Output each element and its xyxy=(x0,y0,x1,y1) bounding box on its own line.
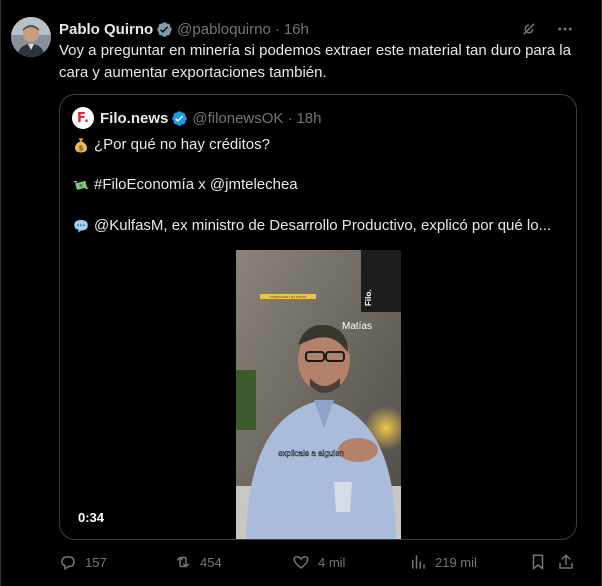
video-watermark: Filo. xyxy=(364,290,373,306)
money-bag-icon: $ xyxy=(74,138,88,153)
share-icon xyxy=(559,554,573,569)
repost-button[interactable]: 454 xyxy=(174,553,222,571)
quoted-tweet[interactable]: F. Filo.news @filonewsOK · 18h $ ¿Por qu… xyxy=(59,94,577,540)
video-subtitle: explicale a alguien xyxy=(278,449,344,458)
repost-icon xyxy=(177,556,189,568)
verified-badge-icon xyxy=(172,110,188,126)
quote-line-1-text: ¿Por qué no hay créditos? xyxy=(94,136,270,153)
quote-author-handle[interactable]: @filonewsOK xyxy=(192,110,283,127)
views-count: 219 mil xyxy=(435,554,477,570)
views-icon xyxy=(412,555,425,569)
money-wings-icon xyxy=(73,180,89,190)
quote-header: F. Filo.news @filonewsOK · 18h xyxy=(72,107,321,129)
separator-dot: · xyxy=(287,109,293,127)
bookmark-button[interactable] xyxy=(529,553,555,571)
hashtag-link[interactable]: #FiloEconomía x @jmtelechea xyxy=(94,175,298,195)
quote-time[interactable]: 18h xyxy=(296,110,321,127)
author-avatar[interactable] xyxy=(11,17,51,57)
grok-icon[interactable] xyxy=(519,19,539,39)
video-tag: COMPLETAR LOS DATOS xyxy=(270,295,306,299)
quote-line-2: #FiloEconomía x @jmtelechea xyxy=(72,175,298,195)
video-duration: 0:34 xyxy=(78,510,105,525)
speech-bubble-icon xyxy=(74,220,88,233)
like-button[interactable]: 4 mil xyxy=(292,553,345,571)
video-player[interactable]: Matías Filo. COMPLETAR LOS DATOS explica… xyxy=(236,250,401,539)
quote-author-avatar[interactable]: F. xyxy=(72,107,94,129)
reply-count: 157 xyxy=(85,554,107,570)
tweet-card[interactable]: Pablo Quirno @pabloquirno · 16h Voy a pr… xyxy=(0,0,602,586)
quote-author-name[interactable]: Filo.news xyxy=(100,110,168,127)
tweet-header: Pablo Quirno @pabloquirno · 16h xyxy=(59,19,309,39)
author-handle[interactable]: @pabloquirno xyxy=(177,21,271,38)
quote-line-1: $ ¿Por qué no hay créditos? xyxy=(72,135,270,155)
quote-line-3-text: @KulfasM, ex ministro de Desarrollo Prod… xyxy=(94,217,552,234)
more-icon[interactable] xyxy=(555,19,575,39)
tweet-text: Voy a preguntar en minería si podemos ex… xyxy=(59,42,571,81)
like-icon xyxy=(293,555,309,569)
quote-avatar-letter: F. xyxy=(77,110,89,126)
tweet-time[interactable]: 16h xyxy=(284,21,309,38)
separator-dot: · xyxy=(274,20,280,38)
quote-line-3: @KulfasM, ex ministro de Desarrollo Prod… xyxy=(72,216,551,236)
like-count: 4 mil xyxy=(318,554,346,570)
bookmark-icon xyxy=(532,554,544,570)
svg-text:$: $ xyxy=(79,144,84,152)
views-button[interactable]: 219 mil xyxy=(409,553,477,571)
reply-icon xyxy=(61,555,75,571)
top-actions xyxy=(519,19,575,39)
video-thumbnail: Matías Filo. COMPLETAR LOS DATOS explica… xyxy=(236,250,401,539)
action-bar: 157 454 4 mil 219 mil xyxy=(59,553,579,573)
share-button[interactable] xyxy=(557,553,583,571)
verified-badge-icon xyxy=(157,21,172,37)
repost-count: 454 xyxy=(200,554,222,570)
reply-button[interactable]: 157 xyxy=(59,553,107,571)
video-caption-name: Matías xyxy=(342,321,372,332)
author-name[interactable]: Pablo Quirno xyxy=(59,21,153,38)
